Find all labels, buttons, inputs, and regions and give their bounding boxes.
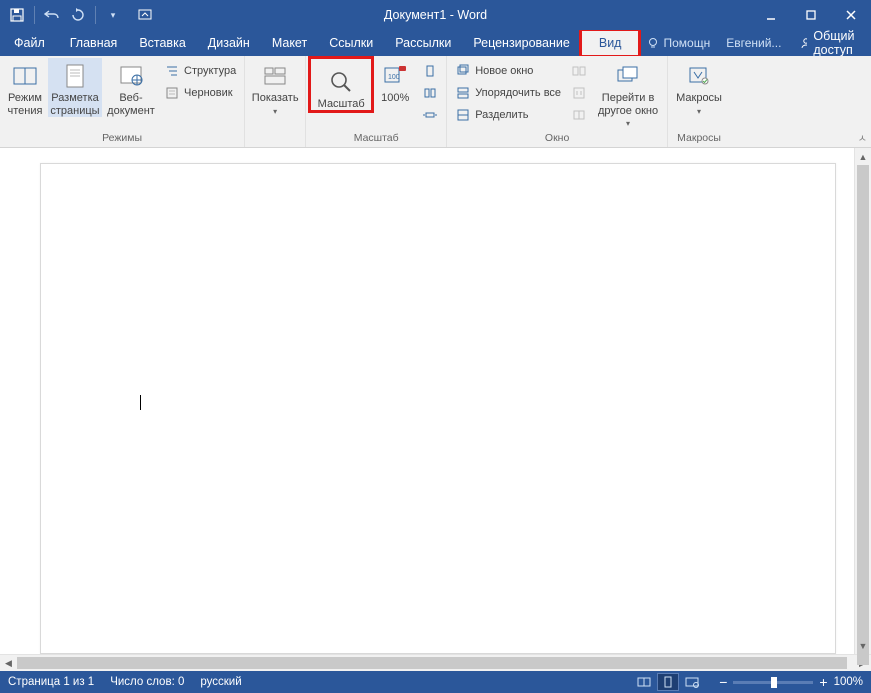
one-page-icon (422, 63, 438, 79)
draft-icon (164, 85, 180, 101)
view-side-by-side-button (567, 60, 591, 82)
vertical-scroll-thumb[interactable] (857, 165, 869, 665)
zoom-control: − + 100% (719, 675, 863, 689)
split-button[interactable]: Разделить (451, 104, 565, 126)
web-layout-shortcut[interactable] (681, 673, 703, 691)
share-button[interactable]: Общий доступ (789, 30, 871, 56)
tell-me-help[interactable]: Помощн (639, 30, 718, 56)
zoom-slider[interactable] (733, 681, 813, 684)
page-indicator[interactable]: Страница 1 из 1 (8, 676, 94, 688)
arrange-all-icon (455, 85, 471, 101)
arrange-all-button[interactable]: Упорядочить все (451, 82, 565, 104)
tab-home[interactable]: Главная (59, 30, 129, 56)
zoom-out-button[interactable]: − (719, 675, 727, 689)
multi-page-icon (422, 85, 438, 101)
minimize-button[interactable] (751, 0, 791, 30)
redo-icon[interactable] (67, 4, 89, 26)
magnifier-icon (327, 68, 355, 96)
language-indicator[interactable]: русский (200, 676, 241, 688)
scroll-left-arrow-icon[interactable]: ◀ (0, 658, 17, 669)
word-count[interactable]: Число слов: 0 (110, 676, 184, 688)
horizontal-scroll-thumb[interactable] (17, 657, 847, 669)
tab-design[interactable]: Дизайн (197, 30, 261, 56)
show-icon (261, 62, 289, 90)
zoom-slider-knob[interactable] (771, 677, 777, 688)
new-window-icon (455, 63, 471, 79)
web-layout-icon (117, 62, 145, 90)
print-layout-shortcut[interactable] (657, 673, 679, 691)
ribbon-display-options-icon[interactable] (130, 9, 160, 21)
group-show: Показать (245, 56, 306, 147)
sync-scroll-button (567, 82, 591, 104)
new-window-button[interactable]: Новое окно (451, 60, 565, 82)
tab-layout[interactable]: Макет (261, 30, 318, 56)
split-icon (455, 107, 471, 123)
ribbon: Режим чтения Разметка страницы Веб-докум… (0, 56, 871, 148)
ribbon-tabs: Файл Главная Вставка Дизайн Макет Ссылки… (0, 30, 871, 56)
macros-icon (685, 62, 713, 90)
read-mode-icon (11, 62, 39, 90)
multi-page-button[interactable] (418, 82, 442, 104)
scroll-down-arrow-icon[interactable]: ▼ (855, 637, 871, 654)
account-name[interactable]: Евгений... (718, 30, 789, 56)
read-mode-button[interactable]: Режим чтения (4, 58, 46, 117)
tab-mailings[interactable]: Рассылки (384, 30, 462, 56)
document-title: Документ1 - Word (384, 8, 487, 22)
tab-file[interactable]: Файл (0, 30, 59, 56)
lightbulb-icon (647, 37, 659, 49)
save-icon[interactable] (6, 4, 28, 26)
draft-button[interactable]: Черновик (160, 82, 240, 104)
one-page-button[interactable] (418, 60, 442, 82)
close-button[interactable] (831, 0, 871, 30)
read-mode-shortcut[interactable] (633, 673, 655, 691)
outline-button[interactable]: Структура (160, 60, 240, 82)
qat-customize-icon[interactable]: ▾ (102, 4, 124, 26)
undo-icon[interactable] (41, 4, 63, 26)
collapse-ribbon-icon[interactable]: ㅅ (858, 130, 867, 145)
tab-insert[interactable]: Вставка (128, 30, 196, 56)
horizontal-scrollbar[interactable]: ◀ ▶ (0, 654, 871, 671)
zoom-button[interactable]: Масштаб (310, 58, 372, 111)
window-controls (751, 0, 871, 30)
switch-windows-button[interactable]: Перейти в другое окно (593, 58, 663, 128)
title-bar: ▾ Документ1 - Word (0, 0, 871, 30)
print-layout-icon (61, 62, 89, 90)
scroll-up-arrow-icon[interactable]: ▲ (855, 148, 871, 165)
text-cursor (140, 395, 141, 410)
view-shortcuts (633, 673, 703, 691)
outline-icon (164, 63, 180, 79)
document-page[interactable] (40, 163, 836, 654)
quick-access-toolbar: ▾ (0, 4, 130, 26)
status-bar: Страница 1 из 1 Число слов: 0 русский − … (0, 671, 871, 693)
zoom-100-icon: 100 (381, 62, 409, 90)
zoom-100-button[interactable]: 100 100% (374, 58, 416, 105)
tab-view[interactable]: Вид (581, 30, 640, 56)
group-zoom: Масштаб 100 100% Масштаб (306, 56, 447, 147)
zoom-percent[interactable]: 100% (834, 676, 863, 688)
zoom-in-button[interactable]: + (819, 675, 827, 689)
maximize-button[interactable] (791, 0, 831, 30)
group-view-modes: Режим чтения Разметка страницы Веб-докум… (0, 56, 245, 147)
switch-windows-icon (614, 62, 642, 90)
group-window: Новое окно Упорядочить все Разделить Пер… (447, 56, 668, 147)
page-width-icon (422, 107, 438, 123)
group-macros: Макросы Макросы (668, 56, 730, 147)
vertical-scrollbar[interactable]: ▲ ▼ (854, 148, 871, 654)
tab-references[interactable]: Ссылки (318, 30, 384, 56)
web-layout-button[interactable]: Веб-документ (104, 58, 158, 117)
tab-review[interactable]: Рецензирование (462, 30, 581, 56)
reset-window-button (567, 104, 591, 126)
macros-button[interactable]: Макросы (672, 58, 726, 116)
share-icon (799, 36, 807, 50)
document-area: ▲ ▼ (0, 148, 871, 654)
print-layout-button[interactable]: Разметка страницы (48, 58, 102, 117)
page-viewport[interactable] (0, 148, 854, 654)
page-width-button[interactable] (418, 104, 442, 126)
svg-text:100: 100 (388, 74, 400, 81)
show-dropdown[interactable]: Показать (249, 58, 301, 116)
